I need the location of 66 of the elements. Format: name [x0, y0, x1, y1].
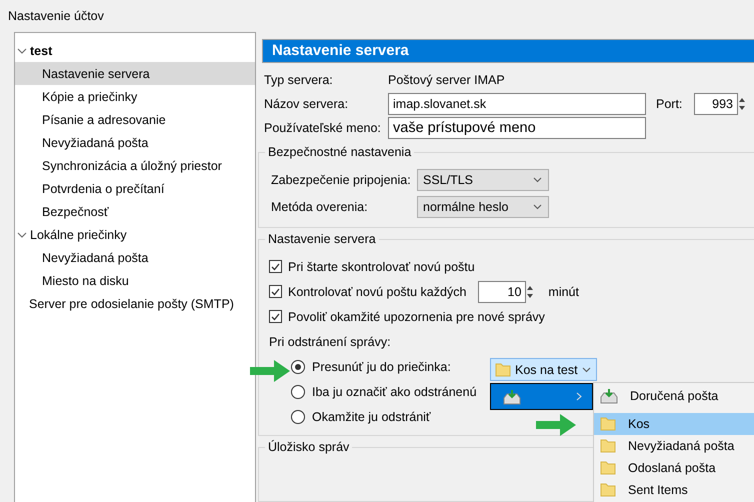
folder-dropdown[interactable]: Kos na test [490, 358, 597, 381]
folder-icon [495, 362, 511, 378]
radio-button[interactable] [291, 384, 305, 399]
menu-item[interactable]: Nevyžiadaná pošta [594, 435, 754, 457]
input-field[interactable]: 10 [478, 280, 526, 303]
unit-label: minút [548, 284, 579, 299]
tree-item[interactable]: test [15, 39, 255, 62]
tree-item[interactable]: Potvrdenia o prečítaní [15, 177, 255, 200]
radio-label[interactable]: Okamžite ju odstrániť [312, 410, 431, 424]
checkbox[interactable] [269, 310, 282, 324]
arrow-icon [536, 414, 576, 436]
folder-icon [600, 460, 616, 476]
field-label: Typ servera: [264, 73, 334, 88]
checkbox[interactable] [269, 285, 282, 298]
radio-label[interactable]: Iba ju označiť ako odstránenú [312, 384, 477, 399]
menu-item[interactable]: Sent Items [594, 479, 754, 501]
chevron-down-icon[interactable] [17, 46, 27, 54]
checkbox-label[interactable]: Povoliť okamžité upozornenia pre nové správy [288, 310, 545, 324]
tree-item[interactable]: Nastavenie servera [15, 62, 255, 85]
field-label: Používateľské meno: [264, 121, 382, 136]
radio-button[interactable] [291, 410, 305, 424]
tree-item[interactable]: Server pre odosielanie pošty (SMTP) [15, 292, 255, 315]
tree-item[interactable]: Bezpečnosť [15, 200, 255, 223]
tree-item[interactable]: Lokálne priečinky [15, 223, 255, 246]
inbox-icon [503, 388, 521, 404]
inbox-icon [600, 388, 618, 404]
tree-item[interactable]: Synchronizácia a úložný priestor [15, 154, 255, 177]
radio-button[interactable] [291, 360, 305, 374]
field-label: Metóda overenia: [271, 200, 369, 214]
group-title: Úložisko správ [265, 440, 352, 454]
chevron-down-icon [533, 177, 542, 184]
chevron-down-icon [533, 204, 542, 210]
window-title: Nastavenie účtov [8, 9, 104, 23]
chevron-down-icon[interactable] [17, 230, 27, 238]
field-label: Názov servera: [264, 97, 350, 112]
chevron-down-icon [582, 366, 591, 372]
tree-item[interactable]: Kópie a priečinky [15, 85, 255, 108]
group-title: Bezpečnostné nastavenia [265, 144, 414, 159]
menu-item[interactable] [490, 383, 593, 410]
tree-item[interactable]: Miesto na disku [15, 269, 255, 292]
tree-item[interactable]: Nevyžiadaná pošta [15, 246, 255, 269]
field-label: Zabezpečenie pripojenia: [271, 173, 412, 188]
field-value: Poštový server IMAP [388, 73, 505, 88]
radio-label[interactable]: Presunúť ju do priečinka: [312, 360, 451, 374]
arrow-icon [250, 360, 290, 382]
dropdown[interactable]: normálne heslo [417, 196, 549, 218]
menu-item[interactable]: Odoslaná pošta [594, 457, 754, 479]
tree-item[interactable]: Nevyžiadaná pošta [15, 131, 255, 154]
tree-item[interactable]: Písanie a adresovanie [15, 108, 255, 131]
input-field[interactable]: vaše prístupové meno [388, 117, 646, 140]
checkbox[interactable] [269, 260, 282, 274]
checkbox-label[interactable]: Pri štarte skontrolovať novú poštu [288, 260, 475, 274]
menu-item[interactable]: Kos [594, 413, 754, 435]
checkbox-label[interactable]: Kontrolovať novú poštu každých [288, 284, 466, 299]
chevron-right-icon [576, 392, 582, 401]
folder-icon [600, 482, 616, 498]
folder-icon [600, 416, 616, 432]
group-title: Nastavenie servera [265, 232, 379, 246]
input-field[interactable]: 993 [694, 93, 738, 116]
input-field[interactable]: imap.slovanet.sk [388, 93, 646, 116]
menu-item[interactable]: Doručená pošta [594, 385, 754, 407]
panel-header: Nastavenie servera [262, 38, 754, 64]
section-label: Pri odstránení správy: [269, 334, 391, 349]
dropdown[interactable]: SSL/TLS [417, 169, 549, 192]
folder-icon [600, 438, 616, 454]
field-label: Port: [656, 97, 684, 112]
